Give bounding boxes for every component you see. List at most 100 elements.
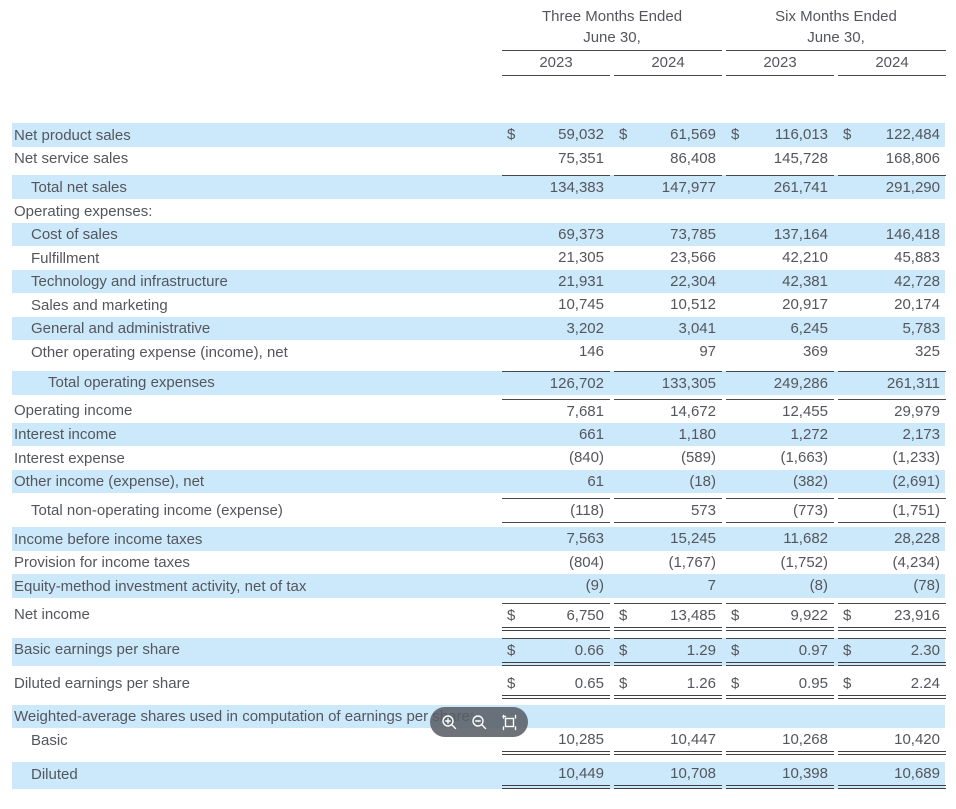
- value-cell: 15,245: [614, 527, 722, 551]
- cell-value: 0.95: [799, 672, 828, 695]
- period-group-header: Three Months EndedJune 30,: [502, 6, 722, 51]
- value-cell: 261,311: [838, 371, 946, 395]
- zoom-in-button[interactable]: [438, 711, 460, 733]
- row-label: Basic: [12, 728, 498, 755]
- cell-value: 261,741: [774, 176, 828, 199]
- row-label: Net service sales: [12, 147, 498, 171]
- cell-value: 0.97: [799, 639, 828, 662]
- cell-value: 661: [579, 423, 604, 446]
- cell-value: 291,290: [886, 176, 940, 199]
- value-cell: [838, 199, 946, 223]
- value-cell: $1.26: [614, 672, 722, 699]
- cell-value: 10,689: [894, 762, 940, 785]
- currency-symbol: $: [731, 672, 739, 695]
- value-cell: 28,228: [838, 527, 946, 551]
- row-label: Diluted: [12, 762, 498, 789]
- cell-value: 137,164: [774, 223, 828, 246]
- zoom-in-icon: [441, 714, 458, 731]
- value-cell: $61,569: [614, 123, 722, 147]
- table-body: Net product sales$59,032$61,569$116,013$…: [12, 123, 945, 789]
- cell-value: 2.24: [911, 672, 940, 695]
- row-label: Net income: [12, 603, 498, 631]
- value-cell: 3,041: [614, 317, 722, 341]
- cell-value: 146,418: [886, 223, 940, 246]
- value-cell: (18): [614, 470, 722, 494]
- cell-value: 21,931: [558, 270, 604, 293]
- cell-value: 116,013: [775, 123, 828, 146]
- period-header-row: Three Months EndedJune 30,Six Months End…: [12, 6, 945, 51]
- value-cell: 661: [502, 423, 610, 447]
- row-label: Provision for income taxes: [12, 551, 498, 575]
- value-cell: $23,916: [838, 603, 946, 631]
- row-label: Weighted-average shares used in computat…: [12, 705, 498, 729]
- value-cell: 325: [838, 340, 946, 364]
- cell-value: (118): [570, 499, 604, 522]
- value-cell: (382): [726, 470, 834, 494]
- value-cell: 7,681: [502, 399, 610, 423]
- cell-value: (18): [689, 470, 716, 493]
- cell-value: 3,202: [566, 317, 604, 340]
- value-cell: $122,484: [838, 123, 946, 147]
- cell-value: (1,233): [892, 446, 940, 469]
- value-cell: 97: [614, 340, 722, 364]
- fit-view-button[interactable]: [498, 711, 520, 733]
- cell-value: 61,569: [670, 123, 716, 146]
- cell-value: 75,351: [558, 147, 604, 170]
- value-cell: (804): [502, 551, 610, 575]
- header-spacer: [12, 6, 498, 51]
- cell-value: 69,373: [558, 223, 604, 246]
- cell-value: 9,922: [790, 604, 828, 627]
- value-cell: 10,512: [614, 293, 722, 317]
- table-row: Technology and infrastructure21,93122,30…: [12, 270, 945, 294]
- value-cell: 134,383: [502, 175, 610, 199]
- period-title: Three Months Ended: [502, 6, 722, 27]
- cell-value: 122,484: [886, 123, 940, 146]
- cell-value: (773): [793, 499, 828, 522]
- currency-symbol: $: [507, 123, 515, 146]
- cell-value: 29,979: [894, 400, 940, 423]
- cell-value: 0.65: [575, 672, 604, 695]
- cell-value: 10,447: [670, 728, 716, 751]
- value-cell: $6,750: [502, 603, 610, 631]
- currency-symbol: $: [843, 123, 851, 146]
- value-cell: 12,455: [726, 399, 834, 423]
- cell-value: 45,883: [894, 246, 940, 269]
- value-cell: 249,286: [726, 371, 834, 395]
- value-cell: 10,708: [614, 762, 722, 789]
- row-label: Fulfillment: [12, 246, 498, 270]
- cell-value: (8): [810, 574, 828, 597]
- value-cell: (840): [502, 446, 610, 470]
- cell-value: 13,485: [670, 604, 716, 627]
- value-cell: 45,883: [838, 246, 946, 270]
- cell-value: 1,180: [678, 423, 716, 446]
- cell-value: (804): [569, 551, 604, 574]
- cell-value: 11,682: [783, 527, 828, 550]
- period-title: Six Months Ended: [726, 6, 946, 27]
- table-row: Sales and marketing10,74510,51220,91720,…: [12, 293, 945, 317]
- currency-symbol: $: [619, 604, 627, 627]
- value-cell: [614, 199, 722, 223]
- value-cell: 42,728: [838, 270, 946, 294]
- cell-value: 20,917: [782, 293, 828, 316]
- cell-value: 126,702: [550, 372, 604, 395]
- cell-value: 134,383: [550, 176, 604, 199]
- cell-value: (2,691): [892, 470, 940, 493]
- period-group-header: Six Months EndedJune 30,: [726, 6, 946, 51]
- cell-value: 97: [699, 340, 716, 363]
- year-header-row: 2023202420232024: [12, 51, 945, 76]
- row-label: Technology and infrastructure: [12, 270, 498, 294]
- value-cell: 3,202: [502, 317, 610, 341]
- value-cell: 29,979: [838, 399, 946, 423]
- row-label: Interest expense: [12, 446, 498, 470]
- value-cell: 10,447: [614, 728, 722, 755]
- cell-value: (1,663): [780, 446, 828, 469]
- value-cell: [838, 705, 946, 729]
- cell-value: 7,563: [566, 527, 604, 550]
- currency-symbol: $: [507, 639, 515, 662]
- zoom-out-button[interactable]: [468, 711, 490, 733]
- value-cell: [726, 199, 834, 223]
- cell-value: 42,381: [782, 270, 828, 293]
- value-cell: $0.97: [726, 638, 834, 666]
- value-cell: 573: [614, 498, 722, 523]
- value-cell: 7,563: [502, 527, 610, 551]
